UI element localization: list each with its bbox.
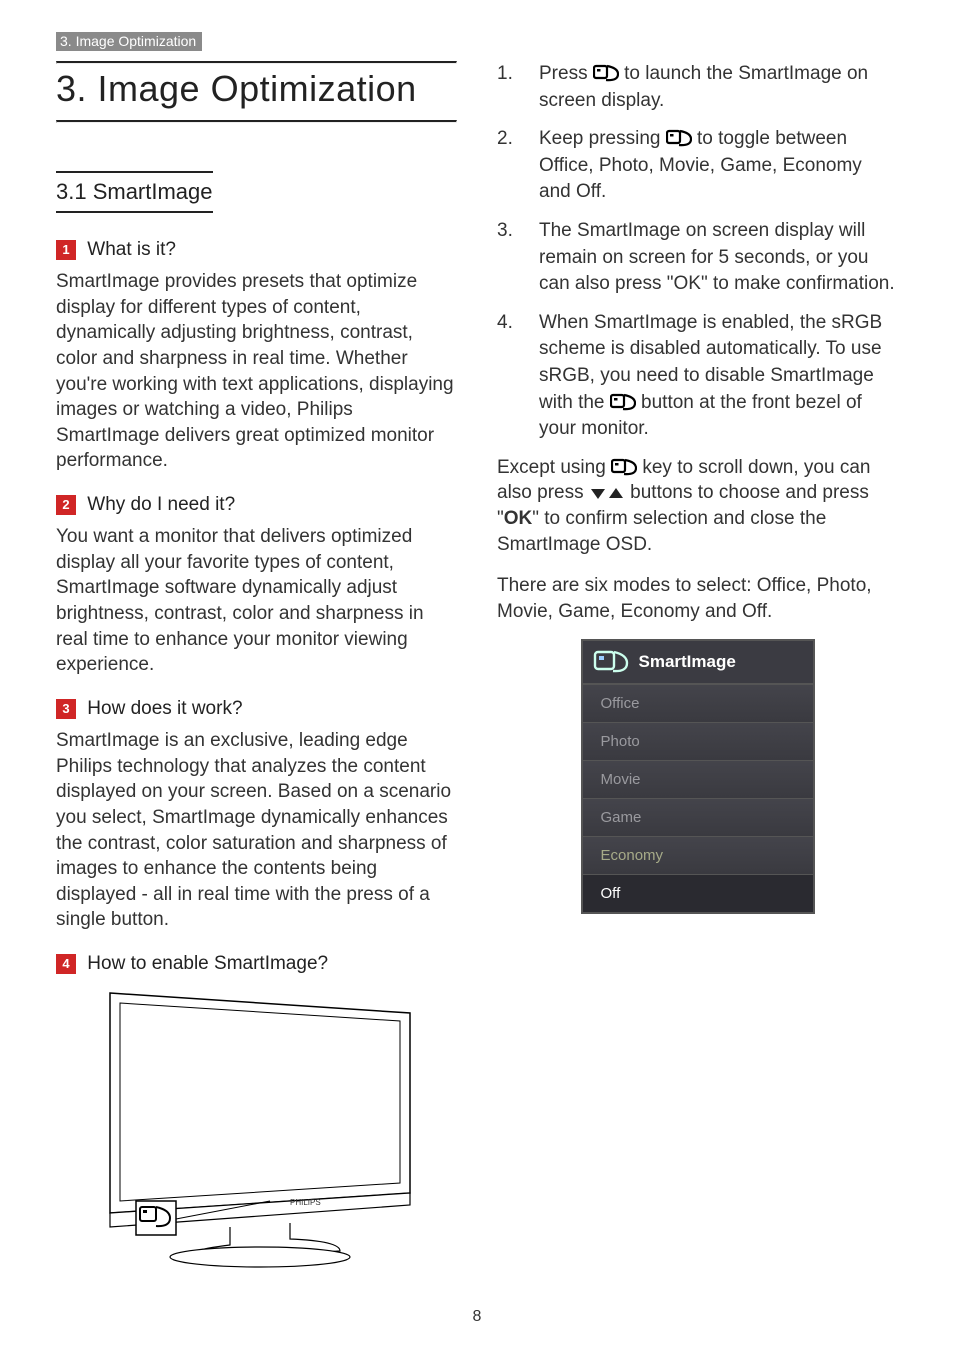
steps-list: Press to launch the SmartImage on screen… [497, 61, 898, 443]
q1-number: 1 [56, 240, 76, 260]
page-number: 8 [0, 1308, 954, 1326]
down-arrow-icon [591, 489, 605, 499]
left-column: 3. Image Optimization 3.1 SmartImage 1 W… [56, 61, 457, 1273]
smartimage-icon [611, 458, 637, 476]
q4-heading: 4 How to enable SmartImage? [56, 953, 457, 975]
monitor-illustration: PHILIPS [80, 983, 420, 1273]
osd-menu: SmartImage Office Photo Movie Game Econo… [581, 639, 815, 914]
rule [56, 120, 457, 123]
q2-title: Why do I need it? [87, 494, 235, 515]
q4-title: How to enable SmartImage? [87, 953, 328, 974]
step-1: Press to launch the SmartImage on screen… [497, 61, 898, 114]
section-title: 3.1 SmartImage [56, 171, 213, 213]
q1-title: What is it? [87, 239, 176, 260]
q2-body: You want a monitor that delivers optimiz… [56, 524, 457, 678]
osd-item-economy: Economy [583, 836, 813, 874]
osd-header: SmartImage [583, 641, 813, 684]
smartimage-icon [610, 393, 636, 411]
osd-item-movie: Movie [583, 760, 813, 798]
q1-heading: 1 What is it? [56, 239, 457, 261]
chapter-title: 3. Image Optimization [56, 68, 457, 110]
step-4: When SmartImage is enabled, the sRGB sch… [497, 310, 898, 443]
right-column: Press to launch the SmartImage on screen… [497, 61, 898, 1273]
q3-title: How does it work? [87, 698, 242, 719]
q3-heading: 3 How does it work? [56, 698, 457, 720]
step-2: Keep pressing to toggle between Office, … [497, 126, 898, 206]
section-header-tag: 3. Image Optimization [56, 32, 202, 51]
rule [56, 61, 457, 64]
osd-item-photo: Photo [583, 722, 813, 760]
up-arrow-icon [609, 488, 623, 498]
osd-item-off: Off [583, 874, 813, 912]
svg-text:PHILIPS: PHILIPS [290, 1198, 321, 1207]
q2-heading: 2 Why do I need it? [56, 494, 457, 516]
q3-body: SmartImage is an exclusive, leading edge… [56, 728, 457, 933]
step-3: The SmartImage on screen display will re… [497, 218, 898, 298]
smartimage-icon [593, 649, 629, 675]
osd-title: SmartImage [639, 652, 736, 672]
except-paragraph: Except using key to scroll down, you can… [497, 455, 898, 558]
modes-text: There are six modes to select: Office, P… [497, 573, 898, 624]
osd-item-office: Office [583, 684, 813, 722]
q3-number: 3 [56, 699, 76, 719]
smartimage-icon [593, 64, 619, 82]
q4-number: 4 [56, 954, 76, 974]
q1-body: SmartImage provides presets that optimiz… [56, 269, 457, 474]
q2-number: 2 [56, 495, 76, 515]
osd-item-game: Game [583, 798, 813, 836]
smartimage-icon [666, 129, 692, 147]
